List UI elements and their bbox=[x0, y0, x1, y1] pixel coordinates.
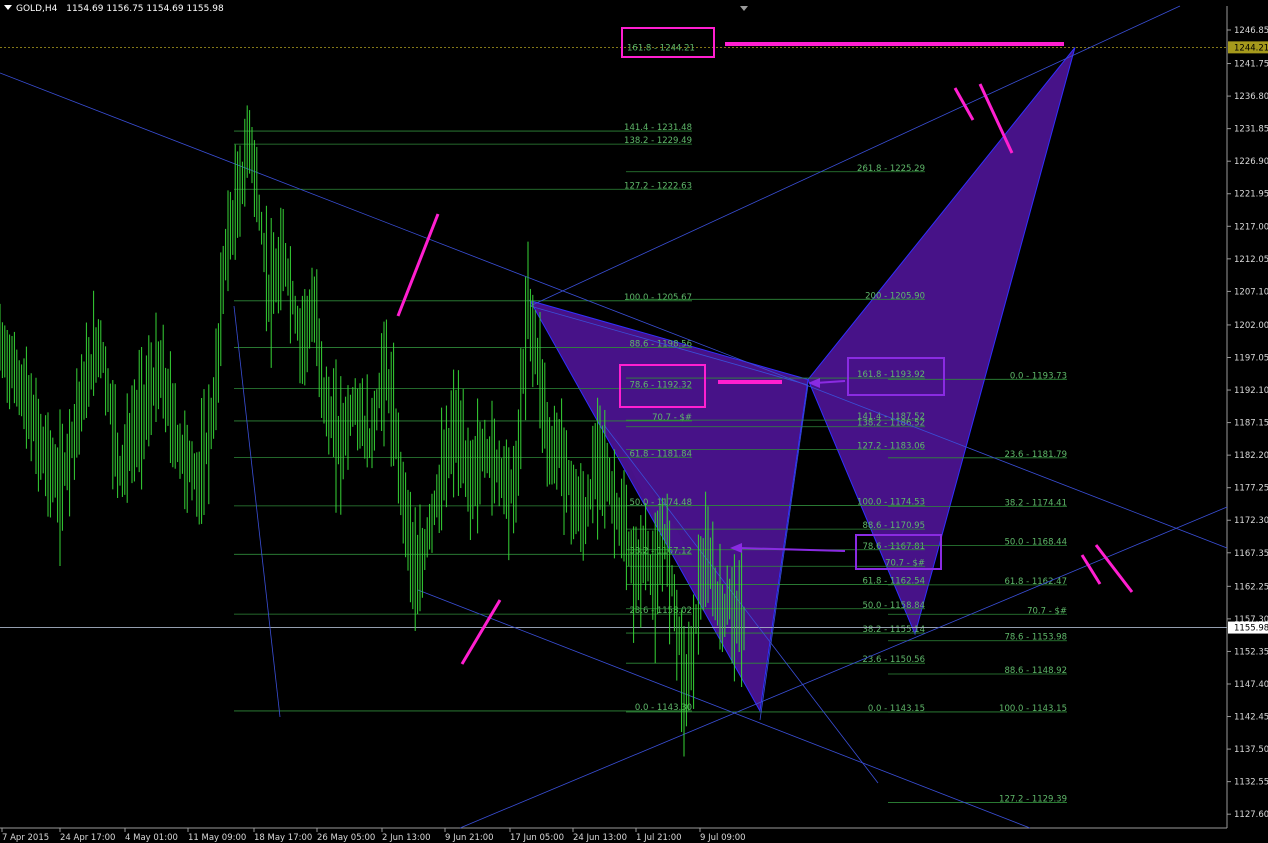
fib-label: 23.6 - 1181.79 bbox=[1004, 450, 1067, 460]
target-fib-label: 161.8 - 1244.21 bbox=[627, 43, 695, 53]
fib-label: 38.2 - 1155.14 bbox=[862, 625, 925, 635]
fib-label: 23.6 - 1150.56 bbox=[862, 655, 925, 665]
fib-label: 0.0 - 1143.15 bbox=[868, 704, 925, 714]
x-tick-label: 4 May 01:00 bbox=[125, 833, 178, 843]
fib-label: 161.8 - 1193.92 bbox=[857, 370, 925, 380]
y-tick-label: 1241.75 bbox=[1234, 60, 1268, 70]
target-price-tag-label: 1244.21 bbox=[1234, 43, 1268, 53]
fib-label: 100.0 - 1205.67 bbox=[624, 293, 692, 303]
x-axis: 7 Apr 2015 24 Apr 17:00 4 May 01:00 11 May … bbox=[1, 828, 746, 843]
x-tick-label: 9 Jul 09:00 bbox=[700, 833, 746, 843]
fib-label: 61.8 - 1162.47 bbox=[1004, 577, 1067, 587]
y-tick-label: 1197.05 bbox=[1234, 353, 1268, 363]
y-tick-label: 1137.50 bbox=[1234, 745, 1268, 755]
x-tick-label: 9 Jun 21:00 bbox=[445, 833, 494, 843]
x-tick-label: 2 Jun 13:00 bbox=[382, 833, 431, 843]
slash-mark bbox=[1080, 554, 1102, 585]
fib-label: 0.0 - 1193.73 bbox=[1010, 371, 1067, 381]
y-tick-label: 1152.35 bbox=[1234, 647, 1268, 657]
fib-label: 261.8 - 1225.29 bbox=[857, 164, 925, 174]
trend-line bbox=[459, 506, 1228, 829]
fib-label: 61.8 - 1181.84 bbox=[629, 450, 692, 460]
fib-label: 78.6 - 1153.98 bbox=[1004, 633, 1067, 643]
fib-label: 88.6 - 1170.95 bbox=[862, 521, 925, 531]
fib-label: 0.0 - 1143.30 bbox=[635, 703, 692, 713]
fib-label: 50.0 - 1168.44 bbox=[1004, 538, 1067, 548]
y-tick-label: 1182.20 bbox=[1234, 451, 1268, 461]
fib-label: 70.7 - $# bbox=[652, 413, 692, 423]
y-tick-label: 1217.00 bbox=[1234, 222, 1268, 232]
fib-label: 127.2 - 1183.06 bbox=[857, 441, 925, 451]
fib-label: 200 - 1205.90 bbox=[865, 291, 925, 301]
fib-label: 38.2 - 1174.41 bbox=[1004, 498, 1067, 508]
y-tick-label: 1147.40 bbox=[1234, 680, 1268, 690]
y-tick-label: 1172.30 bbox=[1234, 516, 1268, 526]
fib-label: 100.0 - 1143.15 bbox=[999, 704, 1067, 714]
y-tick-label: 1177.25 bbox=[1234, 484, 1268, 494]
x-tick-label: 7 Apr 2015 bbox=[2, 833, 49, 843]
slash-mark bbox=[978, 83, 1014, 154]
fib-label: 138.2 - 1229.49 bbox=[624, 136, 692, 146]
y-tick-label: 1132.55 bbox=[1234, 778, 1268, 788]
fib-label: 88.6 - 1198.56 bbox=[629, 340, 692, 350]
y-tick-label: 1167.35 bbox=[1234, 549, 1268, 559]
x-tick-label: 24 Jun 13:00 bbox=[573, 833, 627, 843]
fib-label: 127.2 - 1222.63 bbox=[624, 181, 692, 191]
y-tick-label: 1231.85 bbox=[1234, 125, 1268, 135]
y-axis: 1246.85 1241.75 1236.80 1231.85 1226.90 1221.… bbox=[1227, 26, 1268, 820]
x-tick-label: 18 May 17:00 bbox=[254, 833, 312, 843]
x-tick-label: 11 May 09:00 bbox=[188, 833, 246, 843]
fib-label: 141.4 - 1231.48 bbox=[624, 123, 692, 133]
trend-line bbox=[233, 305, 281, 718]
fib-label: 127.2 - 1129.39 bbox=[999, 794, 1067, 804]
fib-label: 78.6 - 1167.81 bbox=[862, 542, 925, 552]
y-tick-label: 1142.45 bbox=[1234, 713, 1268, 723]
y-tick-label: 1192.10 bbox=[1234, 386, 1268, 396]
y-tick-label: 1226.90 bbox=[1234, 157, 1268, 167]
slash-mark bbox=[953, 87, 975, 121]
x-tick-label: 24 Apr 17:00 bbox=[60, 833, 115, 843]
price-chart[interactable]: 141.4 - 1231.48 138.2 - 1229.49 127.2 - 12… bbox=[0, 0, 1268, 843]
y-tick-label: 1236.80 bbox=[1234, 92, 1268, 102]
y-tick-label: 1162.25 bbox=[1234, 582, 1268, 592]
y-tick-label: 1212.05 bbox=[1234, 255, 1268, 265]
fib-label: 70.7 - $# bbox=[885, 558, 925, 568]
y-tick-label: 1127.60 bbox=[1234, 810, 1268, 820]
fib-label: 78.6 - 1192.32 bbox=[629, 381, 692, 391]
fib-label: 23.6 - 1158.02 bbox=[629, 606, 692, 616]
y-tick-label: 1207.10 bbox=[1234, 287, 1268, 297]
y-tick-label: 1187.15 bbox=[1234, 419, 1268, 429]
y-tick-label: 1202.00 bbox=[1234, 321, 1268, 331]
fib-label: 50.0 - 1158.84 bbox=[862, 601, 925, 611]
current-price-tag-label: 1155.98 bbox=[1234, 624, 1268, 634]
fib-label: 88.6 - 1148.92 bbox=[1004, 666, 1067, 676]
slash-mark bbox=[1094, 544, 1134, 593]
y-tick-label: 1221.95 bbox=[1234, 190, 1268, 200]
x-tick-label: 26 May 05:00 bbox=[317, 833, 375, 843]
y-tick-label: 1246.85 bbox=[1234, 26, 1268, 36]
x-tick-label: 17 Jun 05:00 bbox=[510, 833, 564, 843]
x-tick-label: 1 Jul 21:00 bbox=[636, 833, 682, 843]
fib-label: 70.7 - $# bbox=[1027, 606, 1067, 616]
